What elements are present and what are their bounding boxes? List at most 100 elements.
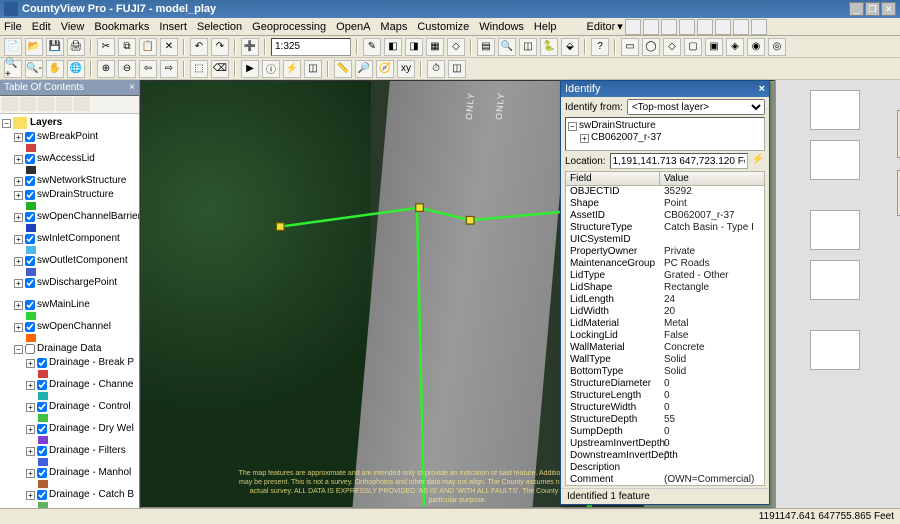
- layer-visibility-checkbox[interactable]: [25, 234, 35, 244]
- layer-visibility-checkbox[interactable]: [25, 256, 35, 266]
- next-extent-icon[interactable]: ⇨: [160, 60, 178, 78]
- copy-icon[interactable]: ⧉: [118, 38, 136, 56]
- data-view-icon[interactable]: [6, 511, 20, 523]
- menu-customize[interactable]: Customize: [417, 21, 469, 33]
- location-input[interactable]: [610, 153, 748, 169]
- menu-view[interactable]: View: [61, 21, 85, 33]
- editor-tool-8[interactable]: [751, 19, 767, 35]
- layer-item[interactable]: +swAccessLid: [2, 152, 137, 166]
- redo-icon[interactable]: ↷: [211, 38, 229, 56]
- pan-icon[interactable]: ✋: [46, 60, 64, 78]
- layer-visibility-checkbox[interactable]: [25, 300, 35, 310]
- select-elements-icon[interactable]: ▶: [241, 60, 259, 78]
- catalog-thumb[interactable]: [810, 330, 860, 370]
- toggle-icon[interactable]: +: [26, 447, 35, 456]
- layer-visibility-checkbox[interactable]: [25, 344, 35, 354]
- attr-row[interactable]: LidTypeGrated - Other: [566, 270, 764, 282]
- search-tool-icon[interactable]: 🔍: [498, 38, 516, 56]
- cut-icon[interactable]: ✂: [97, 38, 115, 56]
- attr-row[interactable]: StructureDepth55: [566, 414, 764, 426]
- attr-row[interactable]: StructureTypeCatch Basin - Type I: [566, 222, 764, 234]
- attr-row[interactable]: LidLength24: [566, 294, 764, 306]
- layout-view-icon[interactable]: [24, 511, 38, 523]
- attr-row[interactable]: Description: [566, 462, 764, 474]
- toc-list-by-selection-icon[interactable]: [56, 97, 72, 111]
- layer-visibility-checkbox[interactable]: [25, 190, 35, 200]
- layer-item[interactable]: +swOpenChannel: [2, 320, 137, 334]
- editor-dropdown[interactable]: Editor: [587, 21, 616, 33]
- attr-row[interactable]: PropertyOwnerPrivate: [566, 246, 764, 258]
- editor-tool-6[interactable]: [715, 19, 731, 35]
- toggle-icon[interactable]: +: [14, 191, 23, 200]
- clear-selection-icon[interactable]: ⌫: [211, 60, 229, 78]
- layer-item[interactable]: +swNetworkStructure: [2, 174, 137, 188]
- layer-visibility-checkbox[interactable]: [37, 402, 47, 412]
- layer-visibility-checkbox[interactable]: [25, 322, 35, 332]
- sel-b[interactable]: ◯: [642, 38, 660, 56]
- layer-item[interactable]: +Drainage - Manhol: [2, 466, 137, 480]
- identify-tree[interactable]: −swDrainStructure +CB062007_r-37: [565, 117, 765, 151]
- toggle-icon[interactable]: +: [14, 323, 23, 332]
- attr-row[interactable]: LockingLidFalse: [566, 330, 764, 342]
- editor-tool-4[interactable]: [679, 19, 695, 35]
- delete-icon[interactable]: ✕: [160, 38, 178, 56]
- attr-row[interactable]: UICSystemID: [566, 234, 764, 246]
- identify-close-icon[interactable]: ×: [759, 83, 765, 95]
- layer-visibility-checkbox[interactable]: [25, 176, 35, 186]
- editor-tool-2[interactable]: [643, 19, 659, 35]
- menu-windows[interactable]: Windows: [479, 21, 524, 33]
- identify-from-select[interactable]: <Top-most layer>: [627, 99, 765, 115]
- modelbuilder-icon[interactable]: ⬙: [561, 38, 579, 56]
- layer-item[interactable]: +Drainage - Filters: [2, 444, 137, 458]
- menu-file[interactable]: File: [4, 21, 22, 33]
- toggle-icon[interactable]: −: [568, 122, 577, 131]
- refresh-icon[interactable]: [42, 511, 56, 523]
- toggle-icon[interactable]: +: [580, 134, 589, 143]
- editor-tool-7[interactable]: [733, 19, 749, 35]
- layer-item[interactable]: +swMainLine: [2, 298, 137, 312]
- attr-row[interactable]: Comment(OWN=Commercial): [566, 474, 764, 486]
- layer-visibility-checkbox[interactable]: [25, 154, 35, 164]
- layer-group[interactable]: −Drainage Data: [2, 342, 137, 356]
- attr-row[interactable]: LidMaterialMetal: [566, 318, 764, 330]
- find-route-icon[interactable]: 🧭: [376, 60, 394, 78]
- attr-row[interactable]: OBJECTID35292: [566, 186, 764, 198]
- measure-icon[interactable]: 📏: [334, 60, 352, 78]
- prev-extent-icon[interactable]: ⇦: [139, 60, 157, 78]
- toolbar-b[interactable]: ◧: [384, 38, 402, 56]
- full-extent-icon[interactable]: 🌐: [67, 60, 85, 78]
- layer-item[interactable]: +swBreakPoint: [2, 130, 137, 144]
- editor-tool-1[interactable]: [625, 19, 641, 35]
- attr-row[interactable]: StructureDiameter0: [566, 378, 764, 390]
- html-popup-icon[interactable]: ◫: [304, 60, 322, 78]
- catalog-thumb[interactable]: [810, 90, 860, 130]
- toc-options-icon[interactable]: [74, 97, 90, 111]
- layer-item[interactable]: +Drainage - Control: [2, 400, 137, 414]
- toggle-icon[interactable]: +: [14, 133, 23, 142]
- toggle-icon[interactable]: +: [14, 279, 23, 288]
- attr-row[interactable]: DownstreamInvertDepth0: [566, 450, 764, 462]
- zoom-out-icon[interactable]: 🔍-: [25, 60, 43, 78]
- layer-item[interactable]: +Drainage - Break P: [2, 356, 137, 370]
- toolbar-d[interactable]: ▦: [426, 38, 444, 56]
- menu-selection[interactable]: Selection: [197, 21, 242, 33]
- add-data-icon[interactable]: ➕: [241, 38, 259, 56]
- toolbar-a[interactable]: ✎: [363, 38, 381, 56]
- toc-list-by-drawing-icon[interactable]: [2, 97, 18, 111]
- fixed-zoom-out-icon[interactable]: ⊖: [118, 60, 136, 78]
- attribute-table[interactable]: OBJECTID35292ShapePointAssetIDCB062007_r…: [565, 186, 765, 486]
- toggle-icon[interactable]: +: [14, 301, 23, 310]
- catalog-icon[interactable]: ▤: [477, 38, 495, 56]
- toggle-icon[interactable]: +: [26, 469, 35, 478]
- layer-item[interactable]: +Drainage - Channe: [2, 378, 137, 392]
- time-slider-icon[interactable]: ⏱: [427, 60, 445, 78]
- identify-icon[interactable]: ⓘ: [262, 60, 280, 78]
- find-icon[interactable]: 🔎: [355, 60, 373, 78]
- layer-item[interactable]: +Drainage - Dry Wel: [2, 422, 137, 436]
- layer-item[interactable]: +swOutletComponent: [2, 254, 137, 268]
- toggle-icon[interactable]: +: [26, 491, 35, 500]
- maximize-button[interactable]: ❐: [865, 2, 880, 16]
- toggle-icon[interactable]: −: [14, 345, 23, 354]
- toggle-icon[interactable]: +: [26, 381, 35, 390]
- catalog-thumb[interactable]: [810, 260, 860, 300]
